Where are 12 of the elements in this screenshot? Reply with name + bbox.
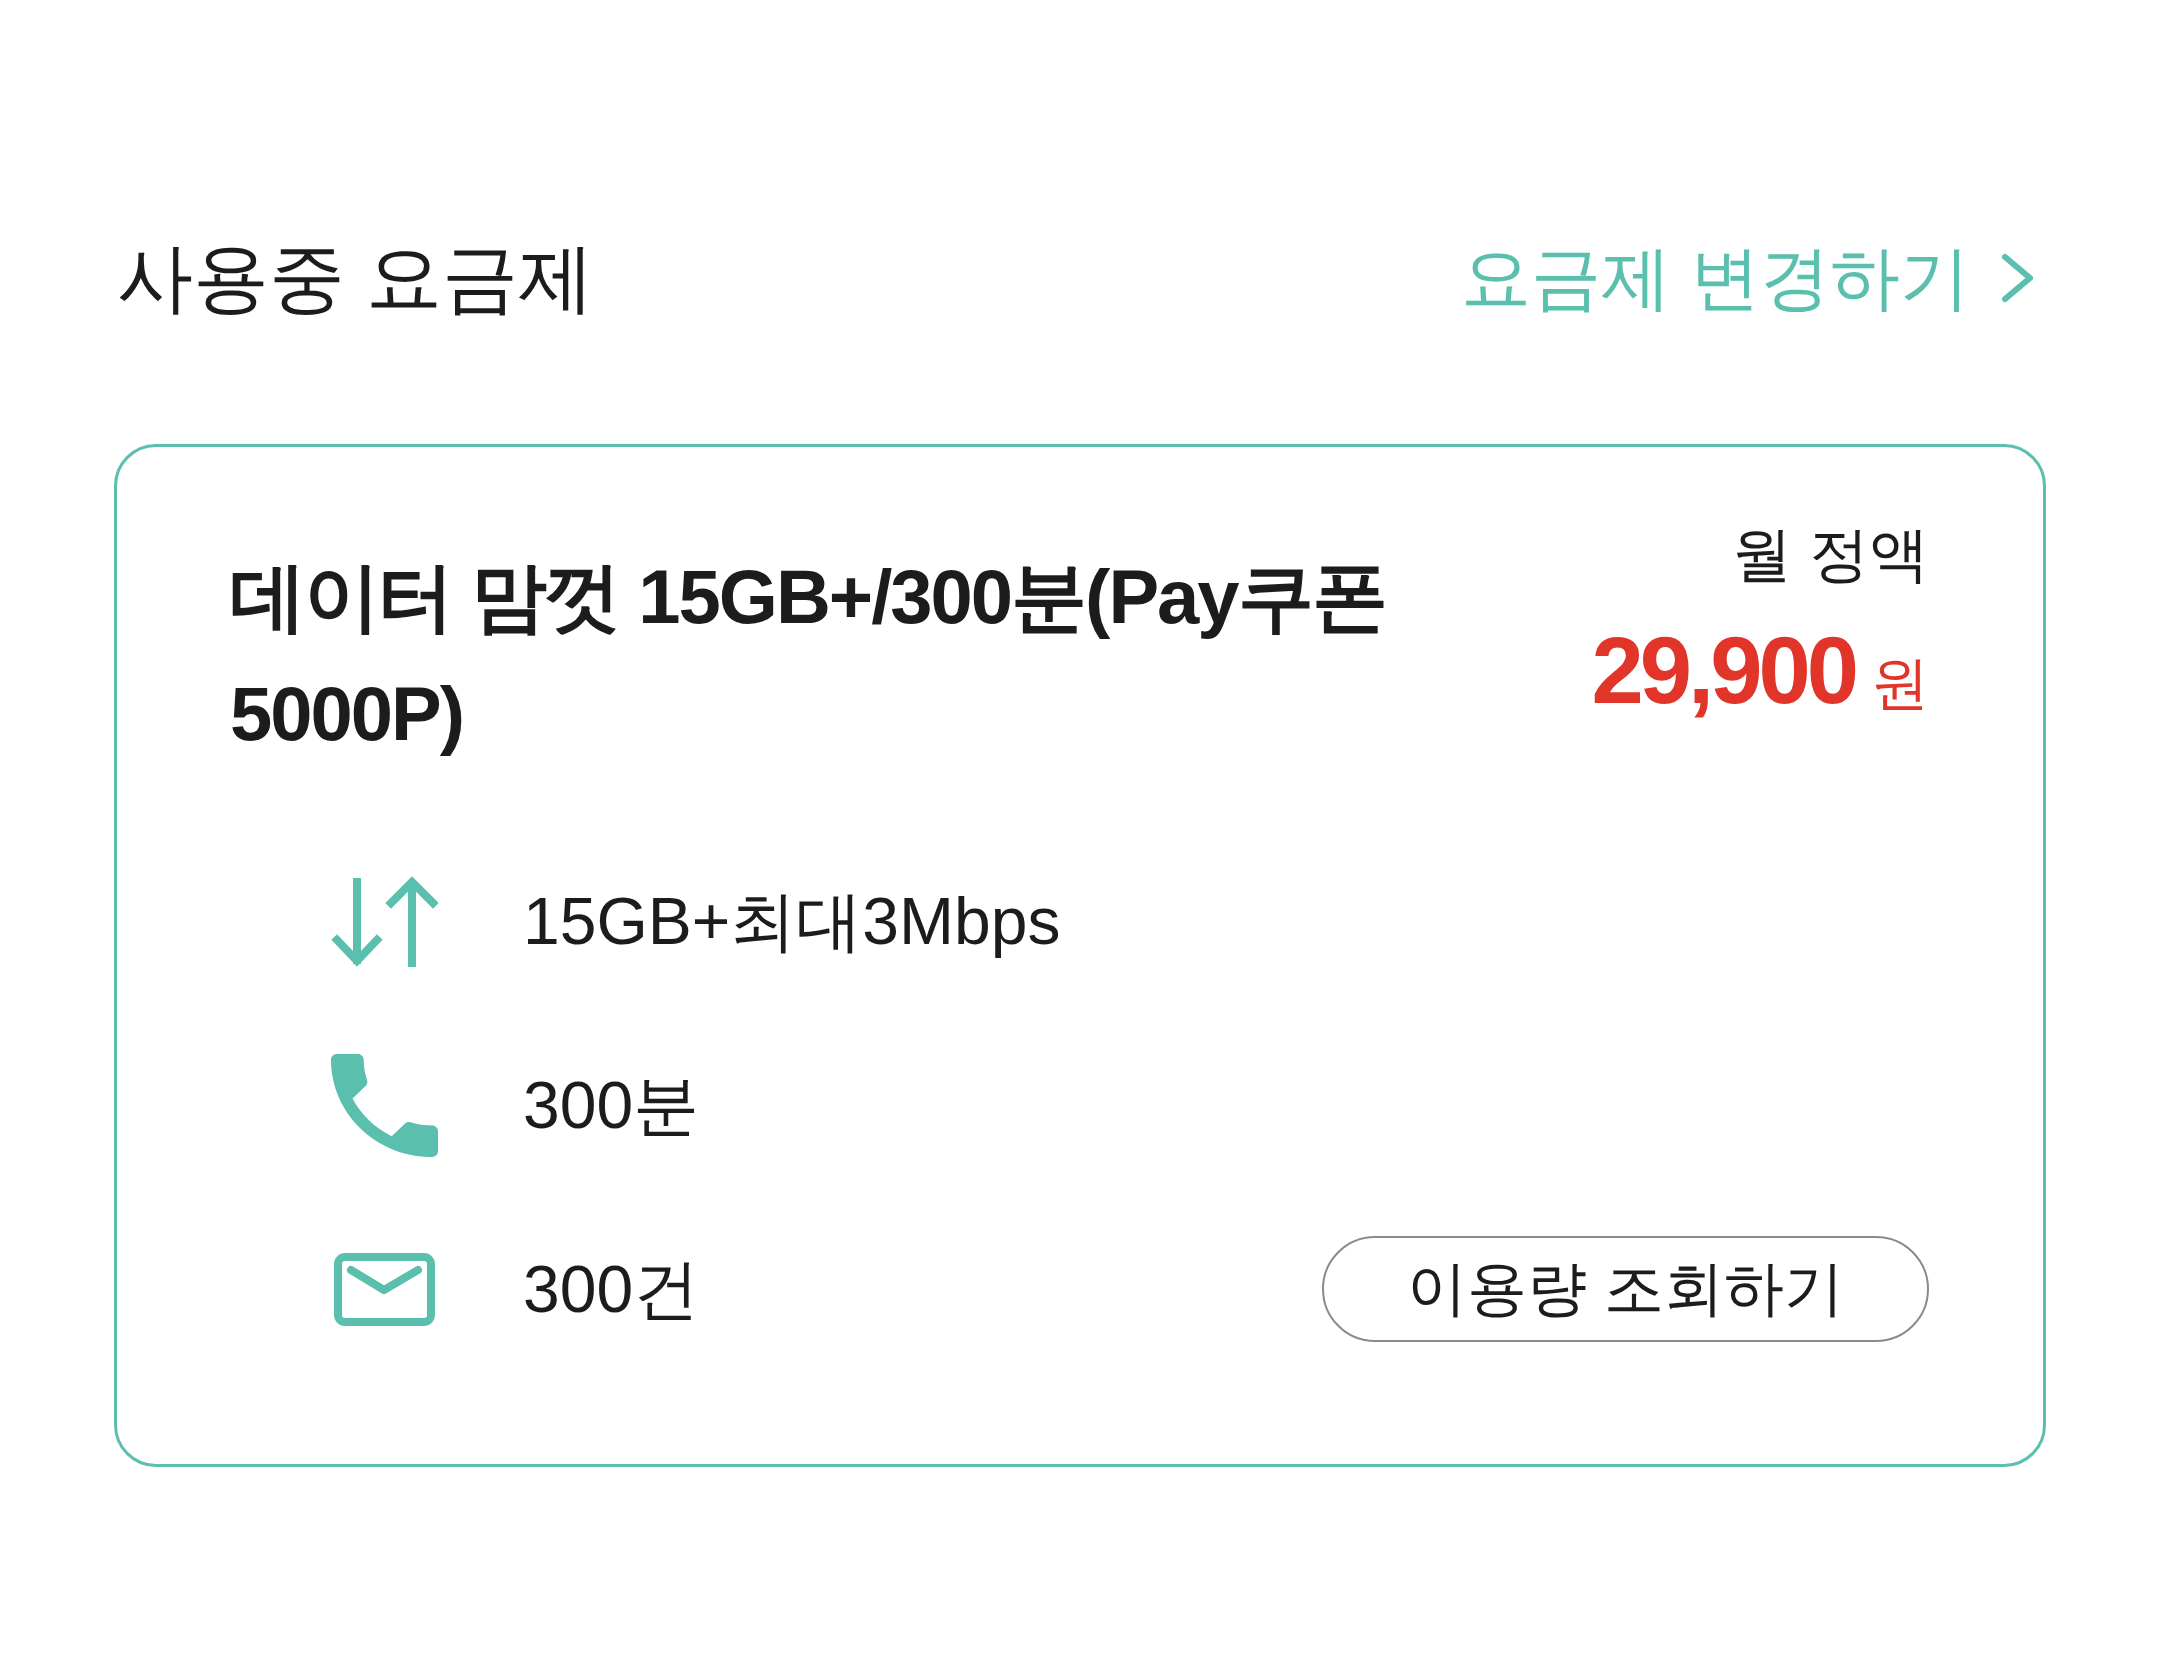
feature-text: 15GB+최대3Mbps xyxy=(523,883,1061,960)
usage-check-button[interactable]: 이용량 조회하기 xyxy=(1322,1236,1929,1342)
price-label: 월 정액 xyxy=(1732,520,1929,590)
feature-text: 300분 xyxy=(523,1067,700,1144)
price-amount: 29,900 xyxy=(1591,621,1855,721)
envelope-icon xyxy=(334,1252,435,1326)
currency-unit: 원 xyxy=(1871,649,1929,717)
phone-icon xyxy=(331,1053,438,1157)
plan-name: 데이터 맘껏 15GB+/300분(Pay쿠폰 5000P) xyxy=(230,553,1387,758)
feature-text: 300건 xyxy=(523,1251,700,1328)
section-title: 사용중 요금제 xyxy=(117,234,595,322)
chevron-right-icon xyxy=(2000,252,2036,304)
